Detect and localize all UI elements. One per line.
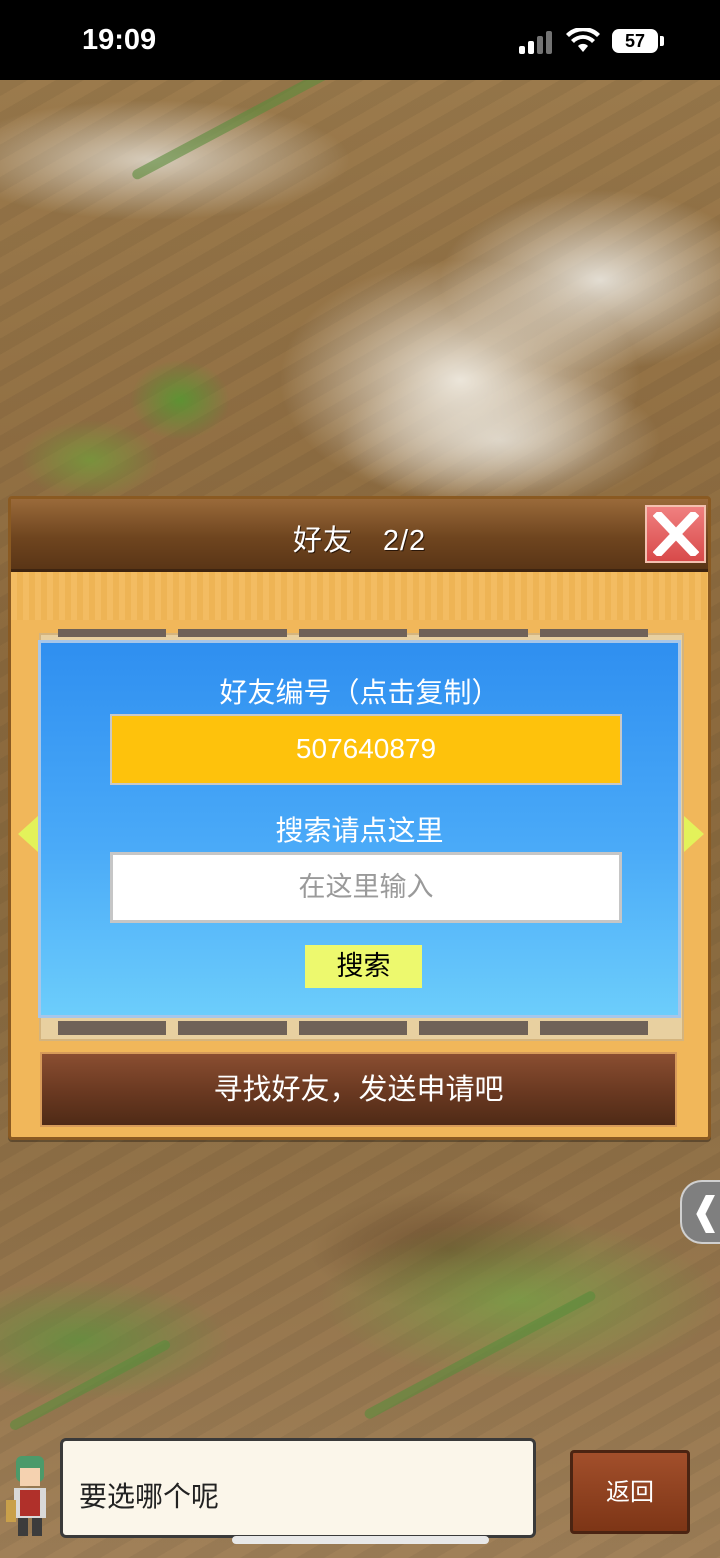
advisor-message-text: 要选哪个呢 (79, 1481, 220, 1512)
dialog-title: 好友 2/2 (292, 525, 427, 557)
arrow-left-icon[interactable] (18, 816, 38, 852)
battery-tip (660, 36, 664, 46)
wifi-icon (566, 28, 600, 52)
search-button[interactable]: 搜索 (305, 945, 422, 988)
battery-icon: 57 (612, 29, 658, 53)
search-label: 搜索请点这里 (275, 815, 444, 846)
dialog-stripe (11, 572, 708, 620)
status-time: 19:09 (82, 24, 157, 56)
search-input[interactable]: 在这里输入 (110, 852, 622, 923)
arrow-right-icon[interactable] (684, 816, 704, 852)
signal-icon (519, 30, 557, 54)
back-button[interactable]: 返回 (570, 1450, 690, 1534)
chevron-left-icon: ❰ (690, 1189, 720, 1233)
status-bar: 19:09 57 (0, 0, 720, 80)
send-request-banner: 寻找好友，发送申请吧 (40, 1052, 677, 1127)
advisor-avatar (6, 1456, 46, 1536)
dialog-header: 好友 2/2 (11, 499, 708, 572)
friend-id-label: 好友编号（点击复制） (219, 677, 500, 708)
close-button[interactable] (645, 505, 706, 563)
slot-strip-top (58, 629, 649, 637)
home-indicator[interactable] (232, 1536, 489, 1544)
close-icon (653, 512, 699, 556)
slot-strip-bottom (58, 1021, 649, 1035)
advisor-message-box: 要选哪个呢 (60, 1438, 536, 1538)
friend-search-panel: 好友编号（点击复制） 507640879 搜索请点这里 在这里输入 搜索 (38, 640, 681, 1018)
friend-id-copy-button[interactable]: 507640879 (110, 714, 622, 785)
side-menu-tab[interactable]: ❰ (680, 1180, 720, 1244)
